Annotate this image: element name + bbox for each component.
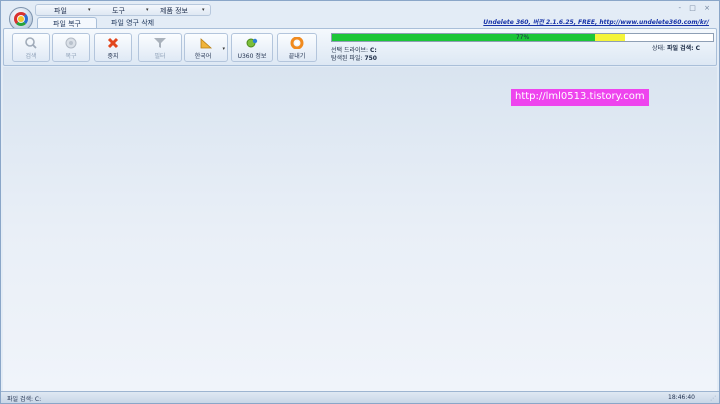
tab-file-recovery[interactable]: 파일 복구 — [37, 17, 97, 28]
recover-button[interactable]: 복구 — [52, 33, 90, 62]
language-button[interactable]: 한국어 ▾ — [184, 33, 228, 62]
status-bar-time: 18:46:40 — [668, 394, 695, 401]
scan-state-label: 상태: — [652, 45, 666, 52]
scan-progress-bar: 77% — [331, 33, 714, 42]
menu-file-arrow-icon[interactable]: ▾ — [88, 7, 91, 13]
found-files-info: 탐색된 파일: 750 — [331, 53, 377, 62]
menu-product-info[interactable]: 제품 정보 — [160, 6, 188, 16]
exit-lifebuoy-icon — [290, 36, 304, 50]
exit-button-label: 끝내기 — [288, 53, 306, 60]
language-button-label: 한국어 — [194, 53, 212, 60]
menu-bar: 파일 ▾ 도구 ▾ 제품 정보 ▾ — [35, 4, 211, 16]
stop-button[interactable]: 중지 — [94, 33, 132, 62]
status-bar: 파일 검색: C: 18:46:40 ⋰ — [1, 391, 719, 403]
stop-x-icon — [106, 37, 120, 49]
window-controls[interactable]: - □ × — [679, 4, 713, 12]
ribbon-toolbar: 검색 복구 중지 필터 한국어 ▾ U360 정보 끝내기 77% 선택 드라이… — [3, 28, 717, 66]
scan-state-value: 파일 검색: C — [666, 45, 701, 52]
u360-info-button[interactable]: U360 정보 — [231, 33, 273, 62]
resize-grip-icon[interactable]: ⋰ — [710, 395, 716, 402]
menu-product-info-arrow-icon[interactable]: ▾ — [202, 7, 205, 13]
found-files-label: 탐색된 파일: — [331, 55, 363, 62]
blog-url-watermark: http://lml0513.tistory.com — [511, 89, 649, 106]
menu-file[interactable]: 파일 — [54, 6, 67, 16]
menu-tools[interactable]: 도구 — [112, 6, 125, 16]
title-link[interactable]: Undelete 360, 버전 2.1.6.25, FREE, http://… — [483, 17, 709, 26]
recover-button-label: 복구 — [65, 53, 77, 60]
u360-info-button-label: U360 정보 — [237, 53, 267, 60]
funnel-icon — [153, 37, 167, 49]
results-area — [3, 67, 717, 391]
stop-button-label: 중지 — [107, 53, 119, 60]
language-icon — [199, 37, 213, 49]
info-gear-icon — [245, 37, 259, 49]
menu-tools-arrow-icon[interactable]: ▾ — [146, 7, 149, 13]
tab-permanent-delete[interactable]: 파일 영구 삭제 — [103, 17, 162, 28]
search-button-label: 검색 — [25, 53, 37, 60]
status-bar-text: 파일 검색: C: — [7, 396, 42, 403]
magnifier-icon — [24, 37, 38, 49]
filter-button-label: 필터 — [154, 53, 166, 60]
language-dropdown-arrow-icon[interactable]: ▾ — [222, 46, 225, 52]
progress-percent: 77% — [515, 34, 530, 41]
exit-button[interactable]: 끝내기 — [277, 33, 317, 62]
recover-icon — [64, 37, 78, 49]
app-window: 파일 ▾ 도구 ▾ 제품 정보 ▾ - □ × Undelete 360, 버전… — [0, 0, 720, 404]
scan-state-info: 상태: 파일 검색: C — [652, 43, 700, 52]
found-files-value: 750 — [364, 55, 377, 62]
filter-button[interactable]: 필터 — [138, 33, 182, 62]
search-button[interactable]: 검색 — [12, 33, 50, 62]
